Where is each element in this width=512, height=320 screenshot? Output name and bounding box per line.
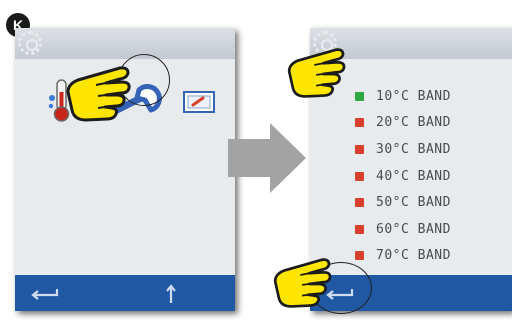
band-inactive-indicator <box>355 224 364 234</box>
pointing-hand-icon <box>273 258 332 308</box>
band-list: 10°C BAND 20°C BAND 30°C BAND 40°C BAND 50°C… <box>355 83 451 269</box>
band-label: 40°C BAND <box>376 168 451 184</box>
band-item[interactable]: 10°C BAND <box>355 83 451 110</box>
band-label: 10°C BAND <box>376 88 451 104</box>
band-active-indicator <box>355 91 364 101</box>
band-label: 70°C BAND <box>376 248 451 264</box>
band-item[interactable]: 40°C BAND <box>355 163 451 190</box>
gear-icon[interactable] <box>18 31 42 55</box>
band-inactive-indicator <box>355 171 364 181</box>
band-item[interactable]: 30°C BAND <box>355 136 451 163</box>
band-item[interactable]: 50°C BAND <box>355 189 451 216</box>
band-inactive-indicator <box>355 118 364 128</box>
back-arrow-icon[interactable] <box>29 287 59 301</box>
top-bar <box>15 28 235 59</box>
band-item[interactable]: 70°C BAND <box>355 243 451 270</box>
band-label: 30°C BAND <box>376 141 451 157</box>
band-label: 20°C BAND <box>376 115 451 131</box>
band-inactive-indicator <box>355 198 364 208</box>
up-arrow-icon[interactable] <box>165 284 177 304</box>
arrow-right-icon <box>228 123 306 193</box>
band-item[interactable]: 60°C BAND <box>355 216 451 243</box>
band-inactive-indicator <box>355 251 364 261</box>
band-item[interactable]: 20°C BAND <box>355 110 451 137</box>
pointing-hand-icon <box>287 48 346 98</box>
display-settings-icon[interactable] <box>183 91 215 113</box>
band-inactive-indicator <box>355 144 364 154</box>
pointing-hand-icon <box>66 66 131 122</box>
band-label: 50°C BAND <box>376 195 451 211</box>
bottom-bar <box>15 275 235 311</box>
band-label: 60°C BAND <box>376 221 451 237</box>
